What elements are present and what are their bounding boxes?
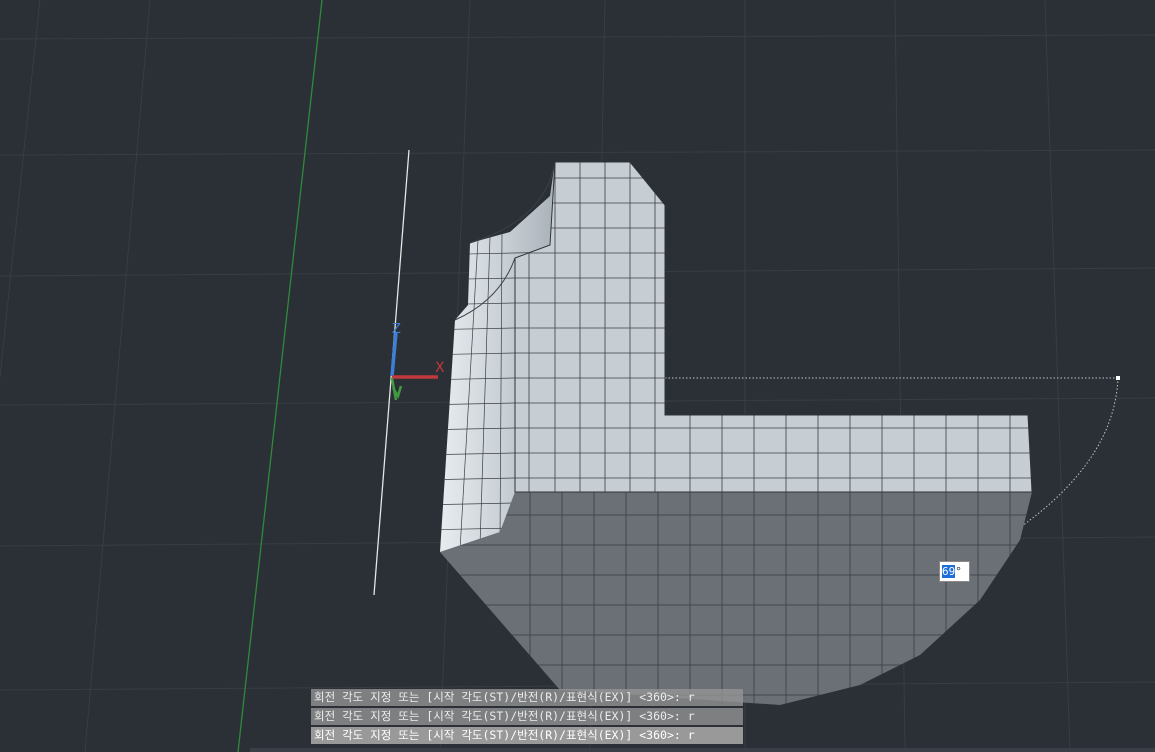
revolved-solid[interactable] bbox=[420, 150, 1040, 710]
angle-value: 69 bbox=[942, 565, 956, 578]
angle-unit: ° bbox=[955, 565, 962, 578]
ucs-y-axis bbox=[390, 377, 403, 401]
ucs-x-label: X bbox=[435, 360, 445, 376]
solid-front-face bbox=[515, 162, 1032, 492]
dynamic-input-angle[interactable]: 69° bbox=[939, 561, 970, 582]
command-line-bar[interactable] bbox=[250, 748, 1155, 752]
command-history-line: 회전 각도 지정 또는 [시작 각도(ST)/반전(R)/표현식(EX)] <3… bbox=[311, 689, 743, 706]
ucs-z-axis bbox=[390, 332, 398, 377]
y-axis-line bbox=[237, 0, 323, 752]
viewport-canvas[interactable]: Z X bbox=[0, 0, 1155, 752]
command-line-current[interactable]: 회전 각도 지정 또는 [시작 각도(ST)/반전(R)/표현식(EX)] <3… bbox=[311, 727, 743, 744]
ucs-icon: Z X bbox=[390, 322, 445, 401]
solid-bottom-face bbox=[440, 492, 1032, 705]
ucs-z-label: Z bbox=[392, 322, 401, 337]
arc-endpoint-grip[interactable] bbox=[1116, 376, 1120, 380]
command-history: 회전 각도 지정 또는 [시작 각도(ST)/반전(R)/표현식(EX)] <3… bbox=[311, 689, 743, 746]
command-history-line: 회전 각도 지정 또는 [시작 각도(ST)/반전(R)/표현식(EX)] <3… bbox=[311, 708, 743, 725]
model-viewport[interactable]: Z X bbox=[0, 0, 1155, 752]
